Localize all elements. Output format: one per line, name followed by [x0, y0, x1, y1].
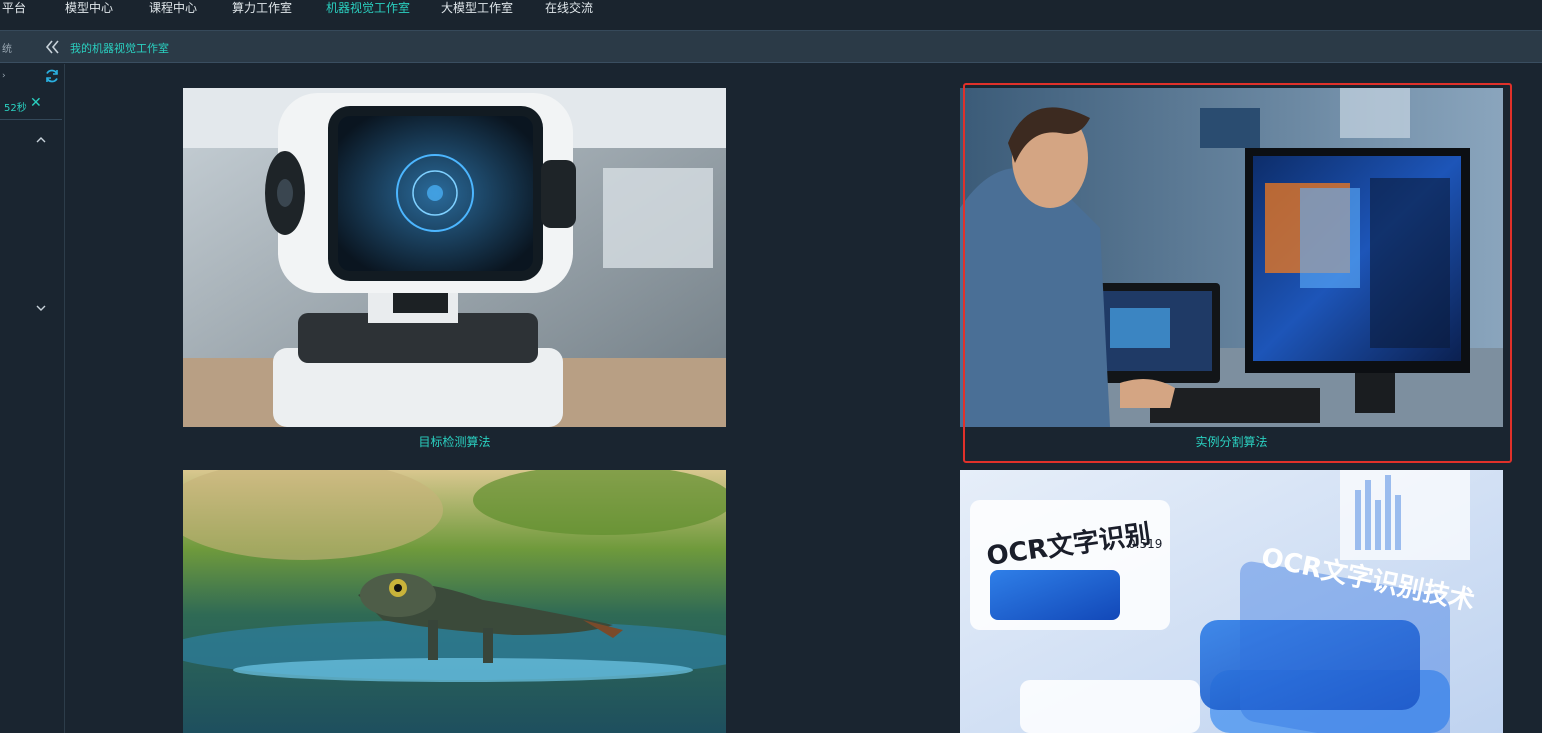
refresh-icon[interactable]	[44, 68, 60, 84]
lizard-water-image	[183, 470, 726, 733]
nav-online-community[interactable]: 在线交流	[545, 0, 593, 16]
chevron-right-icon[interactable]: ›	[2, 71, 6, 81]
chevron-down-icon[interactable]	[36, 304, 46, 315]
top-nav-bar: 平台 模型中心 课程中心 算力工作室 机器视觉工作室 大模型工作室 在线交流	[0, 0, 1542, 30]
divider	[0, 119, 62, 120]
card-caption: 实例分割算法	[1195, 435, 1268, 449]
nav-course-center[interactable]: 课程中心	[149, 0, 197, 16]
algorithm-card-object-detection[interactable]: 目标检测算法	[183, 88, 726, 453]
close-icon[interactable]: ✕	[30, 95, 42, 111]
nav-model-center[interactable]: 模型中心	[65, 0, 113, 16]
engineer-monitor-image	[960, 88, 1503, 427]
card-caption: 目标检测算法	[418, 435, 491, 449]
algorithm-card-4[interactable]: OCR文字识别 0.519 OCR文字识别技术	[960, 470, 1503, 733]
nav-llm-studio[interactable]: 大模型工作室	[441, 0, 513, 16]
double-chevron-left-icon[interactable]	[44, 37, 60, 57]
breadcrumb-bar: 统 我的机器视觉工作室	[0, 30, 1542, 63]
robot-camera-image	[183, 88, 726, 427]
algorithm-card-instance-segmentation[interactable]: 实例分割算法	[960, 88, 1503, 453]
chevron-up-icon[interactable]	[36, 136, 46, 147]
timer-text: 52秒	[4, 103, 27, 114]
ocr-illustration-image: OCR文字识别 0.519 OCR文字识别技术	[960, 470, 1503, 733]
nav-compute-studio[interactable]: 算力工作室	[232, 0, 292, 16]
platform-brand: 平台	[2, 1, 27, 15]
breadcrumb[interactable]: 我的机器视觉工作室	[70, 40, 169, 56]
nav-machine-vision-studio[interactable]: 机器视觉工作室	[326, 0, 410, 16]
sidebar-title-fragment: 统	[2, 44, 12, 55]
algorithm-card-3[interactable]	[183, 470, 726, 733]
sidebar: › 52秒 ✕	[0, 64, 65, 733]
ocr-number: 0.519	[1128, 537, 1162, 551]
